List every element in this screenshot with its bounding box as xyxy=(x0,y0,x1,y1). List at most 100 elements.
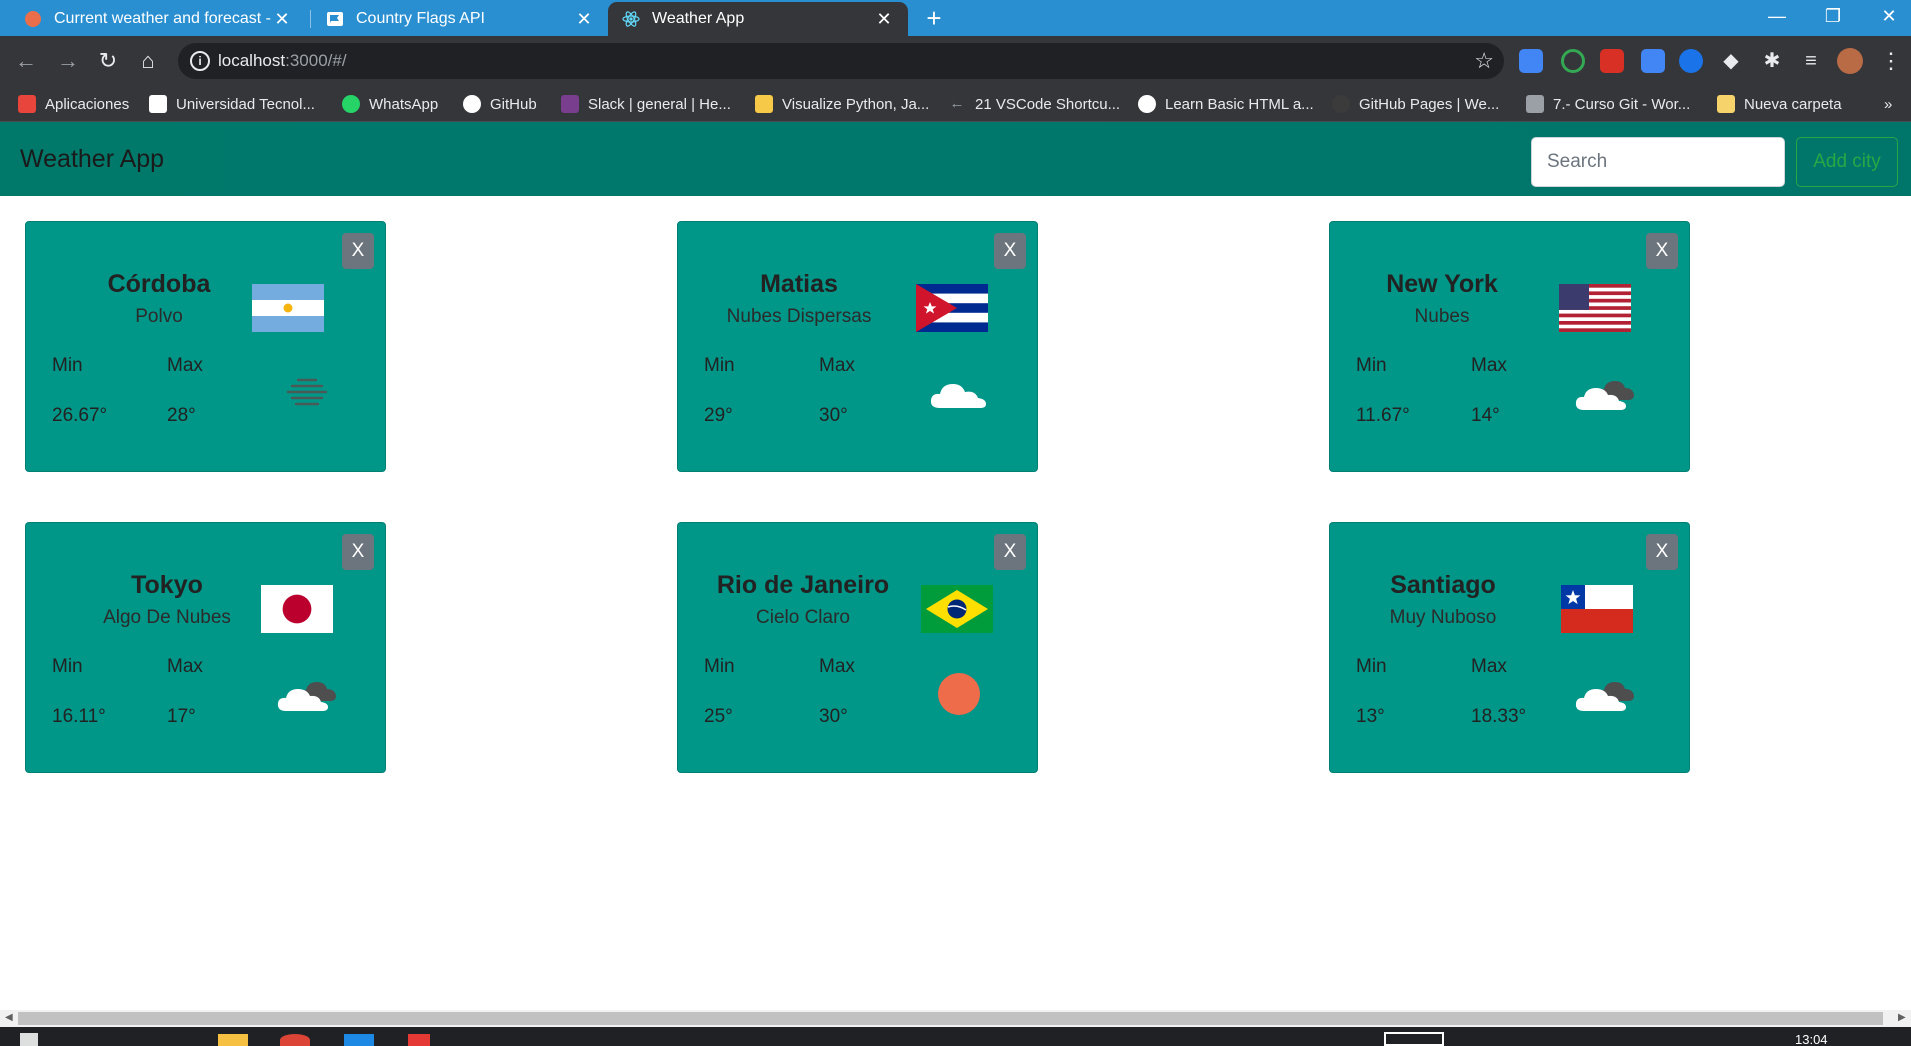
tab-close-icon[interactable]: ✕ xyxy=(272,9,292,30)
site-info-icon[interactable]: i xyxy=(190,51,210,71)
battery-indicator[interactable] xyxy=(1384,1032,1444,1046)
weather-description: Nubes Dispersas xyxy=(726,306,872,327)
home-icon[interactable]: ⌂ xyxy=(132,45,164,77)
weather-card-new-york: X New York Nubes Min Max 11.67° 14° xyxy=(1329,221,1690,472)
max-label: Max xyxy=(1471,355,1507,376)
clouds-icon xyxy=(1575,682,1634,711)
profile-avatar[interactable] xyxy=(1837,48,1863,74)
max-label: Max xyxy=(819,656,855,677)
bookmark-learn-html[interactable]: Learn Basic HTML a... xyxy=(1138,94,1314,114)
min-temp: 13° xyxy=(1356,706,1385,727)
weather-card-rio-de-janeiro: X Rio de Janeiro Cielo Claro Min Max 25°… xyxy=(677,522,1038,773)
bookmark-curso-git[interactable]: 7.- Curso Git - Wor... xyxy=(1526,94,1690,114)
max-label: Max xyxy=(167,656,203,677)
max-label: Max xyxy=(819,355,855,376)
extension-blue-icon[interactable] xyxy=(1679,49,1703,73)
max-temp: 17° xyxy=(167,706,196,727)
bookmark-github-pages[interactable]: GitHub Pages | We... xyxy=(1332,94,1499,114)
extension-red-icon[interactable] xyxy=(1600,49,1624,73)
extensions-puzzle-icon[interactable]: ✱ xyxy=(1760,49,1784,73)
app-brand[interactable]: Weather App xyxy=(20,145,164,174)
tab-openweather[interactable]: Current weather and forecast - O ✕ xyxy=(10,2,306,36)
tab-country-flags[interactable]: Country Flags API ✕ xyxy=(312,2,608,36)
bookmarks-bar: Aplicaciones Universidad Tecnol... Whats… xyxy=(0,86,1911,122)
google-translate-icon[interactable] xyxy=(1519,49,1543,73)
react-favicon-icon xyxy=(622,11,640,27)
close-card-button[interactable]: X xyxy=(342,534,374,570)
horizontal-scrollbar[interactable]: ◀ ▶ xyxy=(0,1010,1911,1027)
browser-menu-icon[interactable]: ⋮ xyxy=(1879,49,1903,73)
city-name: Santiago xyxy=(1390,571,1496,599)
address-bar[interactable]: i localhost:3000/#/ ☆ xyxy=(178,43,1504,79)
chile-flag xyxy=(1561,585,1633,633)
new-tab-button[interactable]: + xyxy=(918,4,950,32)
chrome-taskbar-icon[interactable] xyxy=(280,1034,310,1046)
minimize-window-icon[interactable]: — xyxy=(1749,0,1805,34)
university-logo-icon xyxy=(149,95,167,113)
more-bookmarks-chevron-icon[interactable]: » xyxy=(1884,94,1892,114)
extension-diamond-icon[interactable]: ◆ xyxy=(1719,49,1743,73)
python-icon xyxy=(755,95,773,113)
bookmark-apps[interactable]: Aplicaciones xyxy=(18,94,129,114)
tab-title: Country Flags API xyxy=(356,10,485,27)
media-control-icon[interactable]: ≡ xyxy=(1799,49,1823,73)
app-taskbar-icon[interactable] xyxy=(408,1034,430,1046)
tab-weather-app[interactable]: Weather App ✕ xyxy=(608,2,908,36)
taskbar-clock[interactable]: 13:04 xyxy=(1795,1032,1828,1046)
search-input[interactable] xyxy=(1531,137,1785,187)
vscode-taskbar-icon[interactable] xyxy=(344,1034,374,1046)
browser-toolbar: ← → ↻ ⌂ i localhost:3000/#/ ☆ ◆ ✱ ≡ ⋮ xyxy=(0,36,1911,86)
weather-description: Cielo Claro xyxy=(756,607,850,628)
bookmark-github[interactable]: GitHub xyxy=(463,94,537,114)
weather-card-cordoba: X Córdoba Polvo Min Max 26.67° 28° xyxy=(25,221,386,472)
extension-ring-icon[interactable] xyxy=(1561,49,1585,73)
os-taskbar: 13:04 xyxy=(0,1027,1911,1046)
mist-icon xyxy=(286,378,328,406)
close-window-icon[interactable]: ✕ xyxy=(1861,0,1911,34)
min-temp: 29° xyxy=(704,405,733,426)
close-card-button[interactable]: X xyxy=(994,233,1026,269)
min-label: Min xyxy=(52,355,83,376)
clouds-icon xyxy=(1575,381,1634,410)
weather-description: Muy Nuboso xyxy=(1389,607,1497,628)
min-label: Min xyxy=(52,656,83,677)
bookmark-visualize-python[interactable]: Visualize Python, Ja... xyxy=(755,94,929,114)
min-temp: 16.11° xyxy=(52,706,106,727)
city-name: Matias xyxy=(760,270,838,298)
max-temp: 18.33° xyxy=(1471,706,1527,727)
whatsapp-icon xyxy=(342,95,360,113)
bookmark-folder-nueva-carpeta[interactable]: Nueva carpeta xyxy=(1717,94,1842,114)
extension-4h-icon[interactable] xyxy=(1641,49,1665,73)
windows-start-icon[interactable] xyxy=(20,1033,38,1046)
forward-arrow-icon[interactable]: → xyxy=(52,45,84,77)
close-card-button[interactable]: X xyxy=(1646,233,1678,269)
japan-flag xyxy=(261,585,333,633)
max-label: Max xyxy=(1471,656,1507,677)
restore-window-icon[interactable]: ❐ xyxy=(1805,0,1861,34)
reload-icon[interactable]: ↻ xyxy=(92,45,124,77)
bookmark-star-icon[interactable]: ☆ xyxy=(1474,48,1494,74)
bookmark-universidad[interactable]: Universidad Tecnol... xyxy=(149,94,315,114)
cuba-flag xyxy=(916,284,988,332)
bookmark-vscode-shortcuts[interactable]: ← 21 VSCode Shortcu... xyxy=(948,94,1121,114)
file-explorer-icon[interactable] xyxy=(218,1034,248,1046)
close-card-button[interactable]: X xyxy=(342,233,374,269)
cloud-icon xyxy=(930,384,986,408)
scroll-left-arrow-icon[interactable]: ◀ xyxy=(5,1012,13,1023)
close-card-button[interactable]: X xyxy=(1646,534,1678,570)
browser-tab-strip: Current weather and forecast - O ✕ Count… xyxy=(0,0,1911,36)
scrollbar-thumb[interactable] xyxy=(18,1012,1883,1025)
bookmark-slack[interactable]: Slack | general | He... xyxy=(561,94,731,114)
max-label: Max xyxy=(167,355,203,376)
add-city-button[interactable]: Add city xyxy=(1796,137,1898,187)
back-arrow-icon[interactable]: ← xyxy=(10,45,42,77)
usa-flag xyxy=(1559,284,1631,332)
app-navbar: Weather App Add city xyxy=(0,122,1911,196)
bookmark-whatsapp[interactable]: WhatsApp xyxy=(342,94,438,114)
tab-close-icon[interactable]: ✕ xyxy=(874,9,894,30)
address-url: localhost:3000/#/ xyxy=(218,51,347,70)
min-temp: 11.67° xyxy=(1356,405,1410,426)
close-card-button[interactable]: X xyxy=(994,534,1026,570)
scroll-right-arrow-icon[interactable]: ▶ xyxy=(1898,1012,1906,1023)
tab-close-icon[interactable]: ✕ xyxy=(574,9,594,30)
